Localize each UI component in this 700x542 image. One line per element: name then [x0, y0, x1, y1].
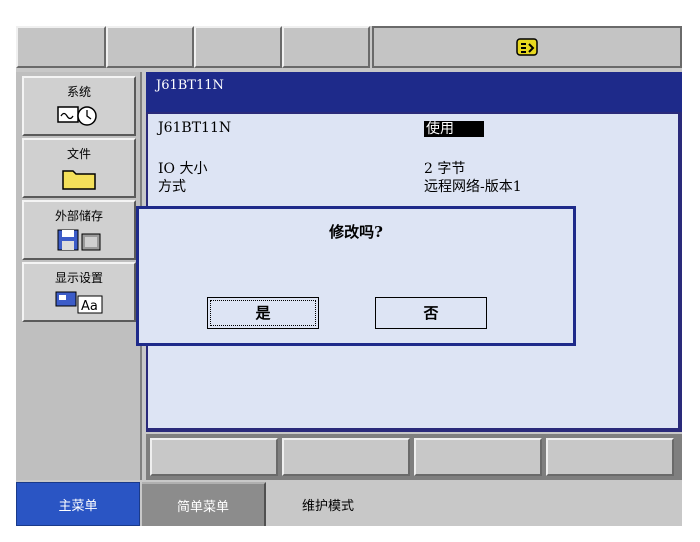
function-key-1[interactable] [150, 438, 278, 476]
folder-icon [62, 170, 96, 190]
hand-tool-icon [516, 38, 538, 56]
side-item-label: 系统 [66, 85, 91, 99]
side-item-display-settings[interactable]: 显示设置 Aa [22, 262, 136, 322]
mode-value[interactable]: 远程网络-版本1 [424, 176, 522, 196]
content-title: J61BT11N [156, 78, 224, 93]
system-clock-icon [57, 106, 97, 126]
side-item-system[interactable]: 系统 [22, 76, 136, 136]
no-button[interactable]: 否 [375, 297, 487, 329]
bottom-bar: 主菜单 简单菜单 维护模式 [16, 482, 682, 526]
simple-menu-button[interactable]: 简单菜单 [142, 482, 266, 526]
function-key-4[interactable] [546, 438, 674, 476]
side-item-external-storage[interactable]: 外部储存 [22, 200, 136, 260]
top-key-4[interactable] [282, 26, 370, 68]
dialog-title: 修改吗? [329, 223, 383, 241]
mode-label: 方式 [158, 179, 186, 195]
yes-button[interactable]: 是 [207, 297, 319, 329]
side-item-label: 外部储存 [54, 209, 103, 223]
main-menu-button[interactable]: 主菜单 [16, 482, 140, 526]
function-key-2[interactable] [282, 438, 410, 476]
io-size-value[interactable]: 2 字节 [424, 158, 465, 178]
mode-indicator: 维护模式 [301, 498, 354, 514]
device-status-badge: 使用 [424, 121, 484, 137]
device-name: J61BT11N [158, 120, 232, 136]
svg-text:Aa: Aa [81, 299, 98, 314]
top-key-1[interactable] [16, 26, 106, 68]
toolbar-status-area[interactable] [372, 26, 682, 68]
device-status-value[interactable]: 使用 [424, 118, 484, 138]
pendant-screen: 系统 文件 外部储存 显示设置 Aa J61BT11N J61BT11N 使用 … [16, 26, 682, 526]
function-key-3[interactable] [414, 438, 542, 476]
function-key-row [146, 434, 682, 480]
content-title-bar: J61BT11N [146, 72, 682, 112]
side-item-label: 显示设置 [54, 271, 103, 285]
side-menu: 系统 文件 外部储存 显示设置 Aa [16, 72, 142, 480]
display-font-icon: Aa [55, 291, 103, 314]
confirm-dialog: 修改吗? 是 否 [136, 206, 576, 346]
top-key-3[interactable] [194, 26, 282, 68]
top-key-2[interactable] [106, 26, 194, 68]
side-item-label: 文件 [66, 147, 91, 161]
io-size-label: IO 大小 [158, 161, 208, 177]
storage-icon [57, 229, 101, 251]
side-item-file[interactable]: 文件 [22, 138, 136, 198]
